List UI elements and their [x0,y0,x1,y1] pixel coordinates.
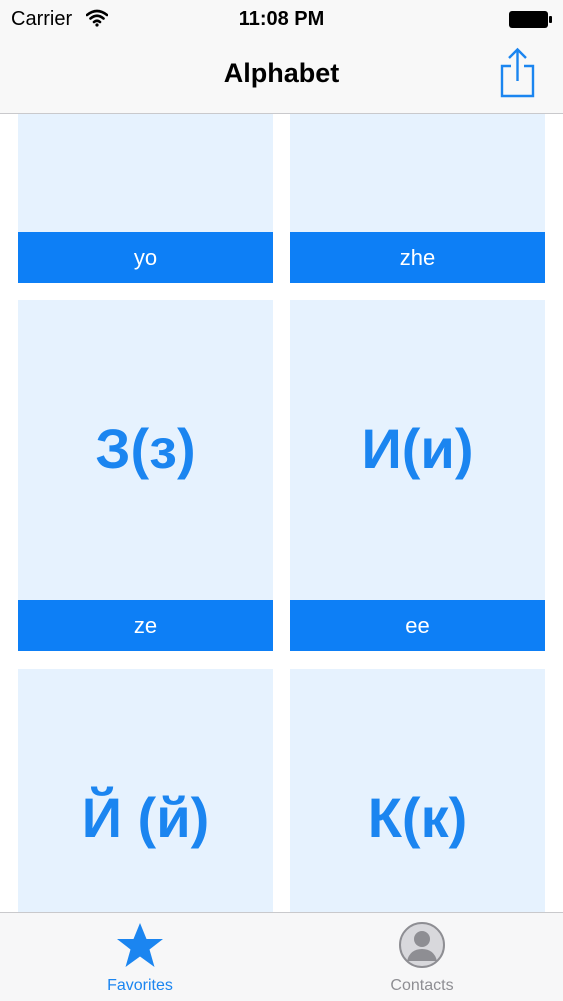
pronunciation-label: ze [18,600,273,651]
tab-contacts[interactable]: Contacts [342,913,502,1001]
navigation-bar: Alphabet [0,40,563,114]
star-icon [117,923,163,967]
pronunciation-label: yo [18,232,273,283]
letter-glyph: К(к) [367,786,468,849]
alphabet-grid: yo zhe З(з) ze И(и) ee Й (й) К(к) [0,114,563,912]
letter-card[interactable]: З(з) ze [18,300,273,651]
letter-card[interactable]: zhe [290,114,545,283]
tab-favorites-label: Favorites [107,977,173,994]
battery-icon [508,10,554,35]
tab-favorites[interactable]: Favorites [60,913,220,1001]
letter-card[interactable]: И(и) ee [290,300,545,651]
status-time: 11:08 PM [238,8,325,30]
share-button[interactable] [496,46,540,102]
share-icon [500,47,535,98]
letter-card[interactable]: К(к) [290,669,545,912]
letter-glyph: Й (й) [81,786,210,849]
letter-glyph: И(и) [361,417,474,480]
pronunciation-label: ee [290,600,545,651]
contact-icon [399,922,445,968]
letter-card[interactable]: Й (й) [18,669,273,912]
status-bar: Carrier 11:08 PM [0,0,563,40]
tab-bar: Favorites Contacts [0,912,563,1001]
letter-card[interactable]: yo [18,114,273,283]
pronunciation-label: zhe [290,232,545,283]
letter-glyph: З(з) [95,417,196,480]
page-title: Alphabet [223,58,340,88]
tab-contacts-label: Contacts [390,977,454,994]
